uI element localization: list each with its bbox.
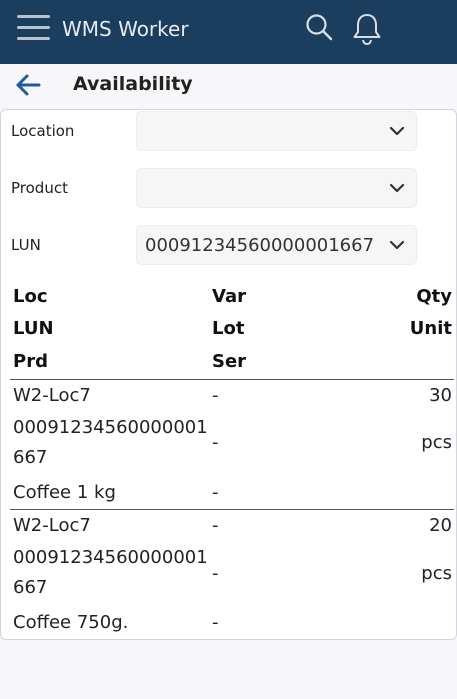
- chevron-down-icon: [389, 126, 405, 136]
- app-title: WMS Worker: [62, 17, 189, 41]
- row-lun-line2: 667: [13, 577, 48, 598]
- row-ser: -: [212, 612, 219, 633]
- product-label: Product: [11, 179, 68, 197]
- row-lun-line1: 00091234560000001: [13, 547, 208, 568]
- app-bar: WMS Worker: [0, 0, 457, 64]
- row-unit: pcs: [421, 432, 452, 453]
- row-lot: -: [212, 432, 219, 453]
- header-unit: Unit: [409, 318, 452, 339]
- back-arrow-icon[interactable]: [15, 72, 41, 98]
- search-icon[interactable]: [305, 13, 333, 41]
- row-prd: Coffee 750g.: [13, 612, 129, 633]
- header-ser: Ser: [212, 351, 247, 372]
- location-label: Location: [11, 122, 75, 140]
- lun-label: LUN: [11, 236, 41, 254]
- row-qty: 20: [429, 515, 452, 536]
- row-divider: [10, 509, 454, 510]
- row-ser: -: [212, 482, 219, 503]
- sub-header: [0, 64, 457, 108]
- row-var: -: [212, 385, 219, 406]
- row-qty: 30: [429, 385, 452, 406]
- header-var: Var: [212, 286, 246, 307]
- page-title: Availability: [73, 73, 193, 95]
- row-loc: W2-Loc7: [13, 385, 91, 406]
- row-prd: Coffee 1 kg: [13, 482, 116, 503]
- lun-select[interactable]: 00091234560000001667: [136, 225, 417, 265]
- table-header-divider: [10, 379, 454, 380]
- product-select[interactable]: [136, 168, 417, 208]
- chevron-down-icon: [389, 183, 405, 193]
- lun-select-value: 00091234560000001667: [145, 235, 375, 256]
- header-lot: Lot: [212, 318, 245, 339]
- header-loc: Loc: [13, 286, 48, 307]
- row-loc: W2-Loc7: [13, 515, 91, 536]
- row-lun-line1: 00091234560000001: [13, 417, 208, 438]
- location-select[interactable]: [136, 111, 417, 151]
- row-lun-line2: 667: [13, 447, 48, 468]
- row-lot: -: [212, 563, 219, 584]
- row-var: -: [212, 515, 219, 536]
- bell-icon[interactable]: [352, 12, 382, 46]
- header-prd: Prd: [13, 351, 48, 372]
- header-qty: Qty: [416, 286, 452, 307]
- hamburger-menu-icon[interactable]: [17, 15, 50, 41]
- header-lun: LUN: [13, 318, 54, 339]
- chevron-down-icon: [389, 240, 405, 250]
- row-unit: pcs: [421, 563, 452, 584]
